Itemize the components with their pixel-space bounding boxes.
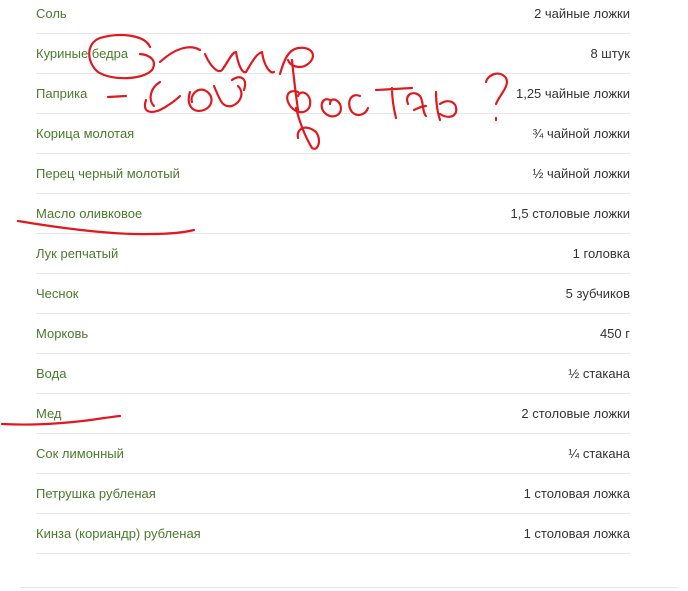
ingredient-name: Перец черный молотый — [36, 166, 180, 181]
ingredient-quantity: ½ чайной ложки — [532, 166, 630, 181]
ingredient-quantity: 1,5 столовые ложки — [510, 206, 630, 221]
ingredient-quantity: ¾ чайной ложки — [532, 126, 630, 141]
ingredient-name: Сок лимонный — [36, 446, 124, 461]
ingredient-name: Соль — [36, 6, 67, 21]
ingredient-row: Петрушка рубленая 1 столовая ложка — [36, 474, 630, 514]
ingredient-quantity: 2 чайные ложки — [534, 6, 630, 21]
ingredient-row: Паприка 1,25 чайные ложки — [36, 74, 630, 114]
ingredient-row: Куриные бедра 8 штук — [36, 34, 630, 74]
ingredient-name: Морковь — [36, 326, 89, 341]
ingredient-quantity: ¼ стакана — [568, 446, 630, 461]
ingredient-quantity: 1,25 чайные ложки — [515, 86, 630, 101]
ingredient-list: Соль 2 чайные ложки Куриные бедра 8 штук… — [36, 0, 630, 554]
ingredient-quantity: 8 штук — [590, 46, 630, 61]
ingredient-row: Корица молотая ¾ чайной ложки — [36, 114, 630, 154]
ingredient-quantity: 1 столовая ложка — [523, 526, 630, 541]
ingredient-name: Мед — [36, 406, 62, 421]
ingredient-name: Петрушка рубленая — [36, 486, 156, 501]
ingredient-quantity: 1 столовая ложка — [523, 486, 630, 501]
ingredient-quantity: ½ стакана — [568, 366, 630, 381]
ingredient-quantity: 1 головка — [572, 246, 630, 261]
ingredient-row: Соль 2 чайные ложки — [36, 0, 630, 34]
ingredient-name: Вода — [36, 366, 67, 381]
ingredient-name: Кинза (кориандр) рубленая — [36, 526, 201, 541]
ingredient-name: Лук репчатый — [36, 246, 119, 261]
ingredient-name: Чеснок — [36, 286, 79, 301]
ingredient-name: Паприка — [36, 86, 88, 101]
ingredient-name: Масло оливковое — [36, 206, 143, 221]
ingredient-name: Куриные бедра — [36, 46, 129, 61]
ingredient-name: Корица молотая — [36, 126, 135, 141]
ingredient-quantity: 2 столовые ложки — [521, 406, 630, 421]
ingredient-quantity: 450 г — [599, 326, 630, 341]
ingredient-row: Вода ½ стакана — [36, 354, 630, 394]
ingredient-row: Морковь 450 г — [36, 314, 630, 354]
ingredient-row: Кинза (кориандр) рубленая 1 столовая лож… — [36, 514, 630, 554]
ingredient-row: Лук репчатый 1 головка — [36, 234, 630, 274]
ingredient-row: Перец черный молотый ½ чайной ложки — [36, 154, 630, 194]
ingredient-row: Сок лимонный ¼ стакана — [36, 434, 630, 474]
ingredient-row: Чеснок 5 зубчиков — [36, 274, 630, 314]
ingredient-quantity: 5 зубчиков — [565, 286, 630, 301]
section-divider — [20, 587, 678, 588]
ingredient-row: Масло оливковое 1,5 столовые ложки — [36, 194, 630, 234]
ingredient-row: Мед 2 столовые ложки — [36, 394, 630, 434]
